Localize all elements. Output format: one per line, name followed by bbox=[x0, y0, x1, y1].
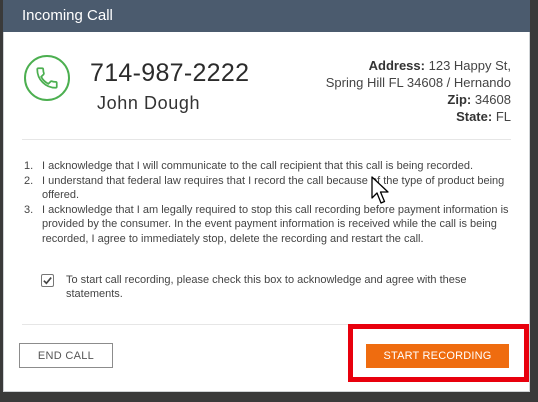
checkmark-icon bbox=[43, 277, 52, 285]
caller-name: John Dough bbox=[97, 93, 201, 113]
phone-icon bbox=[24, 55, 70, 101]
statements-list: 1. I acknowledge that I will communicate… bbox=[24, 159, 514, 246]
divider bbox=[22, 139, 511, 140]
caller-info: 714-987-2222 John Dough Address: 123 Hap… bbox=[4, 33, 529, 139]
address-line2: Spring Hill FL 34608 / Hernando bbox=[325, 75, 511, 90]
mouse-cursor-icon bbox=[371, 176, 389, 204]
dialog-title: Incoming Call bbox=[3, 0, 530, 32]
statement-item: 3. I acknowledge that I am legally requi… bbox=[24, 203, 509, 245]
end-call-button[interactable]: END CALL bbox=[19, 343, 113, 368]
acknowledge-row: To start call recording, please check th… bbox=[41, 273, 491, 301]
caller-phone-number: 714-987-2222 bbox=[90, 59, 250, 87]
statement-item: 2. I understand that federal law require… bbox=[24, 174, 505, 202]
address-line1: 123 Happy St, bbox=[428, 58, 511, 73]
address-label: Address: bbox=[368, 58, 425, 73]
acknowledge-text: To start call recording, please check th… bbox=[66, 274, 467, 300]
state-value: FL bbox=[495, 109, 511, 124]
caller-address: Address: 123 Happy St, Spring Hill FL 34… bbox=[281, 57, 511, 125]
start-recording-button[interactable]: START RECORDING bbox=[366, 344, 509, 368]
statement-item: 1. I acknowledge that I will communicate… bbox=[24, 160, 474, 172]
state-label: State: bbox=[456, 109, 493, 124]
acknowledge-checkbox[interactable] bbox=[41, 274, 54, 287]
zip-value: 34608 bbox=[474, 92, 511, 107]
zip-label: Zip: bbox=[447, 92, 472, 107]
